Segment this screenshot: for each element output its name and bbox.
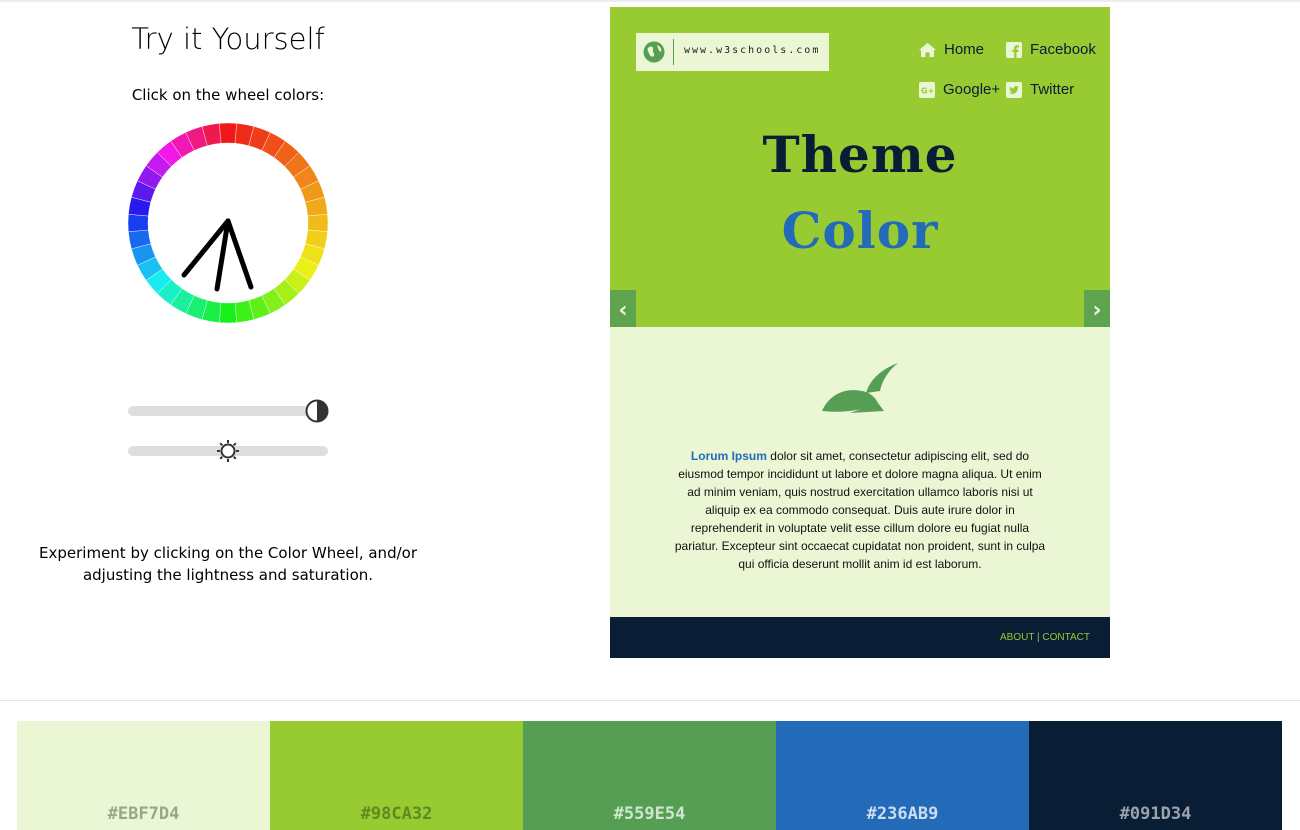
wheel-segment[interactable] [127,214,149,232]
leaf-icon [822,363,898,413]
nav-google-plus-label: Google+ [943,81,1001,98]
hero-title-color: Color [781,201,939,260]
logo-divider [673,39,674,65]
twitter-icon [1006,81,1022,98]
hero-section: www.w3schools.com Home Facebook G+ Googl… [610,7,1110,327]
nav-facebook[interactable]: Facebook [1006,41,1096,58]
site-logo[interactable]: www.w3schools.com [636,33,829,71]
facebook-icon [1006,41,1022,58]
top-divider [0,0,1300,2]
wheel-pointer-icon [181,218,254,292]
swatch-dark[interactable]: #091D34 [1029,721,1282,830]
nav-google-plus[interactable]: G+ Google+ [919,81,1000,98]
wheel-instruction: Click on the wheel colors: [131,86,325,104]
content-section: Lorum Ipsum dolor sit amet, consectetur … [610,327,1110,617]
logo-text: www.w3schools.com [684,45,821,56]
swatch-hex-label: #98CA32 [360,804,433,824]
google-plus-icon: G+ [919,81,935,98]
wheel-segment[interactable] [219,302,237,324]
theme-preview: www.w3schools.com Home Facebook G+ Googl… [610,7,1110,658]
next-arrow-button[interactable]: › [1084,290,1110,332]
swatch-mid[interactable]: #559E54 [523,721,776,830]
preview-footer: ABOUT | CONTACT [610,617,1110,658]
swatch-hex-label: #EBF7D4 [107,804,180,824]
wheel-segment[interactable] [307,214,329,232]
nav-twitter-label: Twitter [1030,81,1075,98]
svg-text:G+: G+ [921,86,934,95]
lightness-slider[interactable] [128,399,329,423]
color-wheel[interactable] [126,121,330,325]
contrast-icon[interactable] [305,399,329,423]
experiment-text: Experiment by clicking on the Color Whee… [39,544,417,584]
lorem-highlight[interactable]: Lorum Ipsum [691,449,767,463]
nav-home[interactable]: Home [919,41,984,58]
swatch-main[interactable]: #98CA32 [270,721,523,830]
swatch-hex-label: #091D34 [1119,804,1192,824]
home-icon [919,42,936,57]
section-divider [0,700,1300,701]
swatch-light[interactable]: #EBF7D4 [17,721,270,830]
swatch-accent[interactable]: #236AB9 [776,721,1029,830]
lorem-paragraph: Lorum Ipsum dolor sit amet, consectetur … [672,447,1048,573]
nav-home-label: Home [944,41,985,58]
saturation-slider[interactable] [128,440,328,462]
wheel-segment[interactable] [219,122,237,144]
hero-title-theme: Theme [762,125,958,184]
nav-twitter[interactable]: Twitter [1006,81,1074,98]
swatch-hex-label: #236AB9 [866,804,939,824]
prev-arrow-button[interactable]: ‹ [610,290,636,332]
page-heading: Try it Yourself [131,22,325,56]
sun-icon[interactable] [216,439,240,463]
lorem-body: dolor sit amet, consectetur adipiscing e… [674,449,1046,571]
nav-facebook-label: Facebook [1030,41,1096,58]
footer-links[interactable]: ABOUT | CONTACT [1000,632,1090,643]
globe-icon [643,41,665,63]
swatch-hex-label: #559E54 [613,804,686,824]
